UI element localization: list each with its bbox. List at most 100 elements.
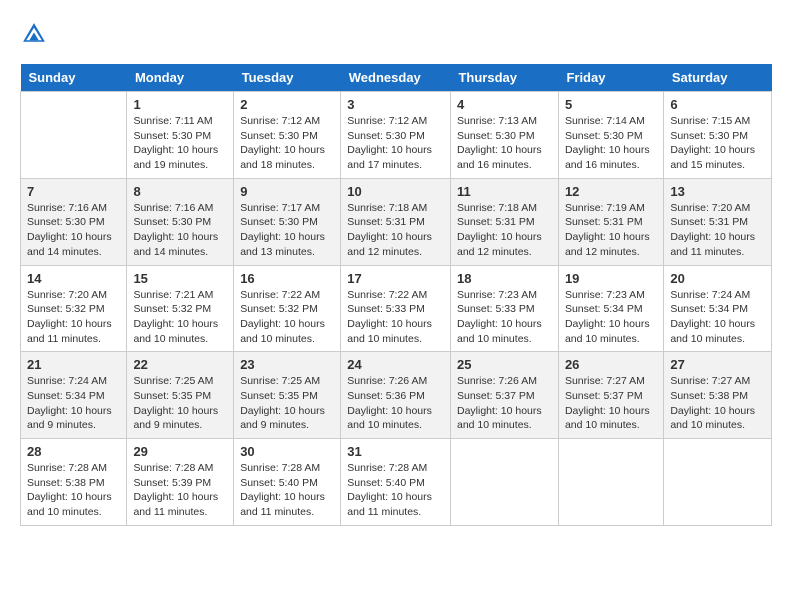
- day-info: Sunrise: 7:28 AMSunset: 5:38 PMDaylight:…: [27, 461, 120, 520]
- calendar-week-row: 1 Sunrise: 7:11 AMSunset: 5:30 PMDaylight…: [21, 92, 772, 179]
- day-info: Sunrise: 7:24 AMSunset: 5:34 PMDaylight:…: [27, 374, 120, 433]
- weekday-header-wednesday: Wednesday: [341, 64, 451, 92]
- day-number: 17: [347, 271, 444, 286]
- day-number: 2: [240, 97, 334, 112]
- weekday-header-friday: Friday: [558, 64, 663, 92]
- calendar-cell: 20 Sunrise: 7:24 AMSunset: 5:34 PMDayligh…: [664, 265, 772, 352]
- day-number: 22: [133, 357, 227, 372]
- day-number: 18: [457, 271, 552, 286]
- day-number: 20: [670, 271, 765, 286]
- calendar-cell: 22 Sunrise: 7:25 AMSunset: 5:35 PMDayligh…: [127, 352, 234, 439]
- day-number: 7: [27, 184, 120, 199]
- day-info: Sunrise: 7:21 AMSunset: 5:32 PMDaylight:…: [133, 288, 227, 347]
- calendar-cell: 24 Sunrise: 7:26 AMSunset: 5:36 PMDayligh…: [341, 352, 451, 439]
- day-number: 5: [565, 97, 657, 112]
- day-number: 24: [347, 357, 444, 372]
- calendar-cell: 6 Sunrise: 7:15 AMSunset: 5:30 PMDaylight…: [664, 92, 772, 179]
- day-info: Sunrise: 7:28 AMSunset: 5:39 PMDaylight:…: [133, 461, 227, 520]
- weekday-header-saturday: Saturday: [664, 64, 772, 92]
- day-number: 27: [670, 357, 765, 372]
- calendar-cell: 28 Sunrise: 7:28 AMSunset: 5:38 PMDayligh…: [21, 439, 127, 526]
- day-number: 29: [133, 444, 227, 459]
- day-info: Sunrise: 7:22 AMSunset: 5:33 PMDaylight:…: [347, 288, 444, 347]
- calendar-cell: 4 Sunrise: 7:13 AMSunset: 5:30 PMDaylight…: [450, 92, 558, 179]
- day-info: Sunrise: 7:23 AMSunset: 5:33 PMDaylight:…: [457, 288, 552, 347]
- calendar-cell: 31 Sunrise: 7:28 AMSunset: 5:40 PMDayligh…: [341, 439, 451, 526]
- day-number: 23: [240, 357, 334, 372]
- calendar-header-row: SundayMondayTuesdayWednesdayThursdayFrid…: [21, 64, 772, 92]
- day-number: 6: [670, 97, 765, 112]
- logo-icon: [20, 20, 48, 48]
- calendar-cell: 1 Sunrise: 7:11 AMSunset: 5:30 PMDaylight…: [127, 92, 234, 179]
- calendar-cell: [664, 439, 772, 526]
- day-info: Sunrise: 7:13 AMSunset: 5:30 PMDaylight:…: [457, 114, 552, 173]
- calendar-cell: 11 Sunrise: 7:18 AMSunset: 5:31 PMDayligh…: [450, 178, 558, 265]
- calendar-cell: 7Sunrise: 7:16 AMSunset: 5:30 PMDaylight…: [21, 178, 127, 265]
- day-info: Sunrise: 7:27 AMSunset: 5:38 PMDaylight:…: [670, 374, 765, 433]
- day-info: Sunrise: 7:20 AMSunset: 5:31 PMDaylight:…: [670, 201, 765, 260]
- day-info: Sunrise: 7:12 AMSunset: 5:30 PMDaylight:…: [347, 114, 444, 173]
- calendar-cell: 8 Sunrise: 7:16 AMSunset: 5:30 PMDaylight…: [127, 178, 234, 265]
- day-info: Sunrise: 7:26 AMSunset: 5:36 PMDaylight:…: [347, 374, 444, 433]
- day-number: 19: [565, 271, 657, 286]
- calendar-cell: 27 Sunrise: 7:27 AMSunset: 5:38 PMDayligh…: [664, 352, 772, 439]
- calendar-cell: 13 Sunrise: 7:20 AMSunset: 5:31 PMDayligh…: [664, 178, 772, 265]
- calendar-table: SundayMondayTuesdayWednesdayThursdayFrid…: [20, 64, 772, 526]
- day-info: Sunrise: 7:25 AMSunset: 5:35 PMDaylight:…: [240, 374, 334, 433]
- day-number: 13: [670, 184, 765, 199]
- day-info: Sunrise: 7:15 AMSunset: 5:30 PMDaylight:…: [670, 114, 765, 173]
- day-info: Sunrise: 7:18 AMSunset: 5:31 PMDaylight:…: [457, 201, 552, 260]
- calendar-week-row: 7 Sunrise: 7:16 AMSunset: 5:30 PMDaylight…: [21, 178, 772, 265]
- day-number: 11: [457, 184, 552, 199]
- day-number: 10: [347, 184, 444, 199]
- day-info: Sunrise: 7:11 AMSunset: 5:30 PMDaylight:…: [133, 114, 227, 173]
- day-number: 30: [240, 444, 334, 459]
- weekday-header-monday: Monday: [127, 64, 234, 92]
- calendar-cell: 25Sunrise: 7:26 AMSunset: 5:37 PMDayligh…: [450, 352, 558, 439]
- day-number: 4: [457, 97, 552, 112]
- calendar-cell: 29 Sunrise: 7:28 AMSunset: 5:39 PMDayligh…: [127, 439, 234, 526]
- weekday-header-sunday: Sunday: [21, 64, 127, 92]
- logo: [20, 20, 52, 48]
- calendar-cell: 14 Sunrise: 7:20 AMSunset: 5:32 PMDayligh…: [21, 265, 127, 352]
- calendar-cell: 17 Sunrise: 7:22 AMSunset: 5:33 PMDayligh…: [341, 265, 451, 352]
- day-info: Sunrise: 7:22 AMSunset: 5:32 PMDaylight:…: [240, 288, 334, 347]
- day-info: Sunrise: 7:18 AMSunset: 5:31 PMDaylight:…: [347, 201, 444, 260]
- calendar-cell: 2Sunrise: 7:12 AMSunset: 5:30 PMDaylight…: [234, 92, 341, 179]
- day-number: 31: [347, 444, 444, 459]
- calendar-cell: 19 Sunrise: 7:23 AMSunset: 5:34 PMDayligh…: [558, 265, 663, 352]
- day-number: 28: [27, 444, 120, 459]
- calendar-cell: 12Sunrise: 7:19 AMSunset: 5:31 PMDayligh…: [558, 178, 663, 265]
- day-info: Sunrise: 7:27 AMSunset: 5:37 PMDaylight:…: [565, 374, 657, 433]
- calendar-cell: 26 Sunrise: 7:27 AMSunset: 5:37 PMDayligh…: [558, 352, 663, 439]
- day-info: Sunrise: 7:28 AMSunset: 5:40 PMDaylight:…: [347, 461, 444, 520]
- day-number: 14: [27, 271, 120, 286]
- day-number: 8: [133, 184, 227, 199]
- calendar-cell: 21Sunrise: 7:24 AMSunset: 5:34 PMDayligh…: [21, 352, 127, 439]
- day-info: Sunrise: 7:23 AMSunset: 5:34 PMDaylight:…: [565, 288, 657, 347]
- calendar-cell: 18 Sunrise: 7:23 AMSunset: 5:33 PMDayligh…: [450, 265, 558, 352]
- day-number: 1: [133, 97, 227, 112]
- calendar-cell: 5 Sunrise: 7:14 AMSunset: 5:30 PMDaylight…: [558, 92, 663, 179]
- calendar-cell: [558, 439, 663, 526]
- calendar-cell: 9Sunrise: 7:17 AMSunset: 5:30 PMDaylight…: [234, 178, 341, 265]
- day-number: 12: [565, 184, 657, 199]
- calendar-cell: 23 Sunrise: 7:25 AMSunset: 5:35 PMDayligh…: [234, 352, 341, 439]
- day-info: Sunrise: 7:20 AMSunset: 5:32 PMDaylight:…: [27, 288, 120, 347]
- day-number: 9: [240, 184, 334, 199]
- day-info: Sunrise: 7:25 AMSunset: 5:35 PMDaylight:…: [133, 374, 227, 433]
- calendar-cell: [21, 92, 127, 179]
- day-number: 26: [565, 357, 657, 372]
- day-info: Sunrise: 7:16 AMSunset: 5:30 PMDaylight:…: [133, 201, 227, 260]
- calendar-week-row: 14 Sunrise: 7:20 AMSunset: 5:32 PMDayligh…: [21, 265, 772, 352]
- calendar-week-row: 21Sunrise: 7:24 AMSunset: 5:34 PMDayligh…: [21, 352, 772, 439]
- day-number: 15: [133, 271, 227, 286]
- weekday-header-tuesday: Tuesday: [234, 64, 341, 92]
- calendar-week-row: 28 Sunrise: 7:28 AMSunset: 5:38 PMDayligh…: [21, 439, 772, 526]
- day-info: Sunrise: 7:14 AMSunset: 5:30 PMDaylight:…: [565, 114, 657, 173]
- day-info: Sunrise: 7:24 AMSunset: 5:34 PMDaylight:…: [670, 288, 765, 347]
- calendar-cell: 30 Sunrise: 7:28 AMSunset: 5:40 PMDayligh…: [234, 439, 341, 526]
- calendar-cell: 16Sunrise: 7:22 AMSunset: 5:32 PMDayligh…: [234, 265, 341, 352]
- day-info: Sunrise: 7:28 AMSunset: 5:40 PMDaylight:…: [240, 461, 334, 520]
- weekday-header-thursday: Thursday: [450, 64, 558, 92]
